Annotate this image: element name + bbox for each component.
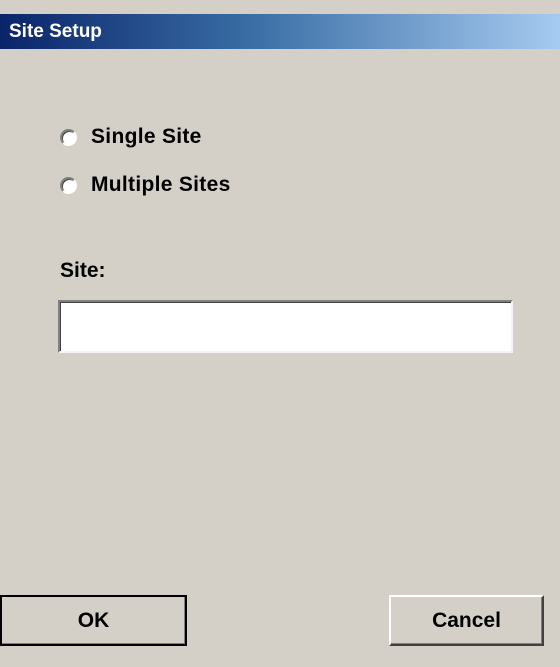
site-field-label: Site: <box>60 259 106 282</box>
ok-button-label: OK <box>77 608 110 632</box>
site-input[interactable] <box>58 300 513 353</box>
site-setup-dialog: Site Setup Single Site Multiple Sites Si… <box>0 0 560 667</box>
radio-single-site[interactable]: Single Site <box>60 122 202 152</box>
ok-button[interactable]: OK <box>0 595 187 646</box>
title-bar[interactable]: Site Setup <box>0 14 560 49</box>
radio-single-site-label[interactable]: Single Site <box>91 125 202 149</box>
cancel-button[interactable]: Cancel <box>389 595 544 646</box>
radio-multiple-sites[interactable]: Multiple Sites <box>60 170 231 200</box>
radio-multiple-sites-label[interactable]: Multiple Sites <box>91 173 231 197</box>
radio-button-icon[interactable] <box>60 176 77 194</box>
window-title: Site Setup <box>9 21 102 42</box>
radio-button-icon[interactable] <box>60 128 77 146</box>
cancel-button-label: Cancel <box>432 608 501 632</box>
